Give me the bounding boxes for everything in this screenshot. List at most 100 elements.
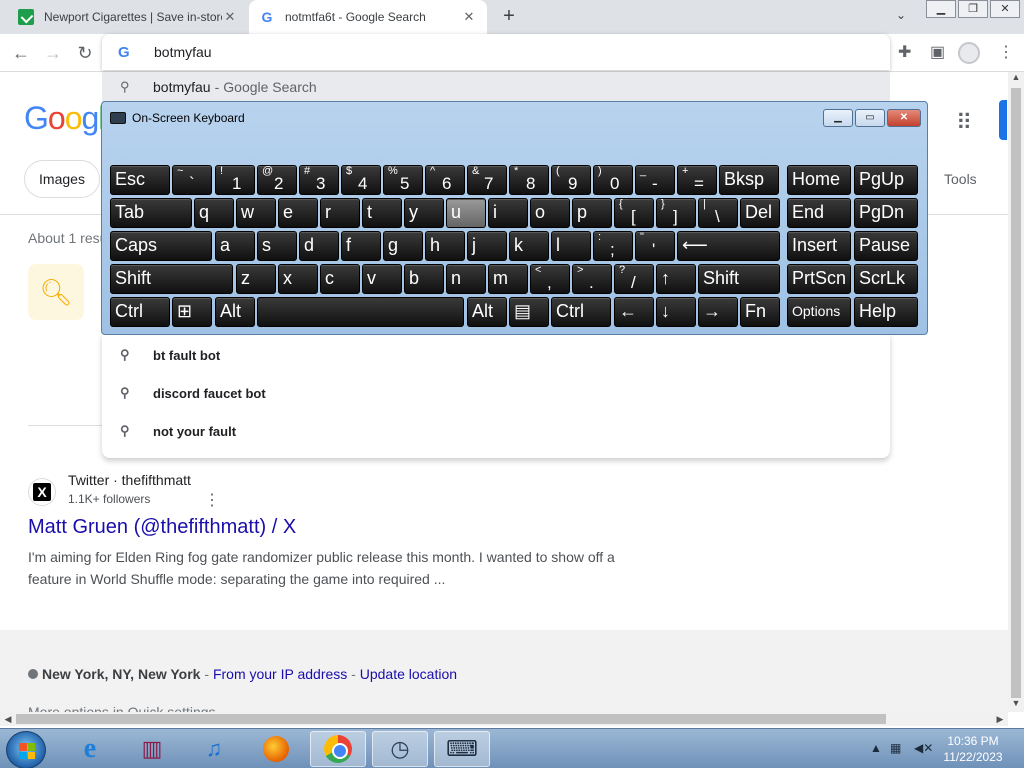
osk-close-button[interactable]: ✕	[887, 109, 921, 127]
key-2[interactable]: @2	[257, 165, 297, 195]
suggestion-item[interactable]: ⚲ discord faucet bot	[102, 374, 890, 412]
key-end[interactable]: End	[787, 198, 851, 228]
key-8[interactable]: * 8	[509, 165, 549, 195]
key-esc[interactable]: Esc	[110, 165, 170, 195]
key-0[interactable]: ) 0	[593, 165, 633, 195]
address-bar[interactable]: G	[102, 34, 890, 70]
osk-minimize-button[interactable]: ▁	[823, 109, 853, 127]
scroll-left-arrow-icon[interactable]: ◀	[0, 712, 16, 726]
key-left-bracket[interactable]: {[	[614, 198, 654, 228]
vertical-scrollbar[interactable]: ▲ ▼	[1008, 72, 1024, 712]
key-x[interactable]: x	[278, 264, 318, 294]
key-r[interactable]: r	[320, 198, 360, 228]
key-7[interactable]: & 7	[467, 165, 507, 195]
extensions-puzzle-icon[interactable]: ✚	[898, 42, 911, 62]
profile-avatar[interactable]	[958, 42, 980, 64]
key-j[interactable]: j	[467, 231, 507, 261]
result-more-kebab-icon[interactable]: ⋮	[204, 490, 220, 510]
side-panel-icon[interactable]: ▣	[930, 42, 945, 62]
key-slash[interactable]: ? /	[614, 264, 654, 294]
key-w[interactable]: w	[236, 198, 276, 228]
close-icon[interactable]: ✕	[461, 9, 477, 25]
taskbar-chrome[interactable]	[310, 731, 366, 767]
tab-search-chevron-icon[interactable]: ⌄	[896, 8, 906, 22]
volume-muted-icon[interactable]: ◀✕	[914, 741, 933, 755]
sign-in-button[interactable]	[999, 100, 1007, 140]
minimize-button[interactable]: ▁	[926, 0, 956, 18]
osk-title-bar[interactable]: On-Screen Keyboard	[110, 111, 245, 125]
result-title-link[interactable]: Matt Gruen (@thefifthmatt) / X	[28, 516, 296, 539]
key-4[interactable]: $4	[341, 165, 381, 195]
forward-arrow-icon[interactable]: →	[40, 40, 66, 66]
key-3[interactable]: #3	[299, 165, 339, 195]
key-prtscn[interactable]: PrtScn	[787, 264, 851, 294]
key-q[interactable]: q	[194, 198, 234, 228]
key-u[interactable]: u	[446, 198, 486, 228]
key-d[interactable]: d	[299, 231, 339, 261]
key-up-arrow[interactable]: ↑	[656, 264, 696, 294]
tab-google-search[interactable]: G notmtfa6t - Google Search ✕	[249, 0, 487, 34]
key-windows[interactable]: ⊞	[172, 297, 212, 327]
close-icon[interactable]: ✕	[222, 9, 238, 25]
key-alt-right[interactable]: Alt	[467, 297, 507, 327]
key-fn[interactable]: Fn	[740, 297, 780, 327]
key-semicolon[interactable]: :;	[593, 231, 633, 261]
reload-icon[interactable]: ↻	[72, 40, 98, 66]
scroll-down-arrow-icon[interactable]: ▼	[1008, 698, 1024, 712]
key-y[interactable]: y	[404, 198, 444, 228]
key-caps[interactable]: Caps	[110, 231, 212, 261]
key-pgup[interactable]: PgUp	[854, 165, 918, 195]
key-left-arrow[interactable]: ←	[614, 297, 654, 327]
google-apps-grid-icon[interactable]: ⠿	[956, 110, 972, 136]
start-button[interactable]	[6, 731, 46, 768]
system-clock[interactable]: 10:36 PM 11/22/2023	[938, 733, 1008, 765]
scroll-up-arrow-icon[interactable]: ▲	[1008, 72, 1024, 86]
key-z[interactable]: z	[236, 264, 276, 294]
images-filter-chip[interactable]: Images	[24, 160, 100, 198]
key-k[interactable]: k	[509, 231, 549, 261]
key-ctrl-right[interactable]: Ctrl	[551, 297, 611, 327]
taskbar-firefox[interactable]	[248, 731, 304, 767]
new-tab-button[interactable]: +	[498, 6, 520, 28]
key-down-arrow[interactable]: ↓	[656, 297, 696, 327]
key-e[interactable]: e	[278, 198, 318, 228]
taskbar-itunes[interactable]: ♫	[186, 731, 242, 767]
key-comma[interactable]: <,	[530, 264, 570, 294]
key-pause[interactable]: Pause	[854, 231, 918, 261]
key-shift-right[interactable]: Shift	[698, 264, 780, 294]
key-menu[interactable]: ▤	[509, 297, 549, 327]
tab-newport[interactable]: Newport Cigarettes | Save in-store ✕	[8, 0, 248, 34]
key-c[interactable]: c	[320, 264, 360, 294]
key-minus[interactable]: _ -	[635, 165, 675, 195]
tools-button[interactable]: Tools	[944, 171, 977, 187]
key-period[interactable]: >.	[572, 264, 612, 294]
key-del[interactable]: Del	[740, 198, 780, 228]
key-backspace[interactable]: Bksp	[719, 165, 779, 195]
suggestion-search-google[interactable]: ⚲ botmyfau - Google Search	[102, 72, 890, 102]
key-i[interactable]: i	[488, 198, 528, 228]
key-t[interactable]: t	[362, 198, 402, 228]
scroll-right-arrow-icon[interactable]: ▶	[992, 712, 1008, 726]
horizontal-scroll-thumb[interactable]	[16, 714, 886, 724]
show-hidden-icons-chevron-icon[interactable]: ▲	[870, 741, 882, 755]
key-5[interactable]: % 5	[383, 165, 423, 195]
key-backslash[interactable]: | \	[698, 198, 738, 228]
key-1[interactable]: ! 1	[215, 165, 255, 195]
key-quote[interactable]: " '	[635, 231, 675, 261]
suggestion-item[interactable]: ⚲ bt fault bot	[102, 336, 890, 374]
key-l[interactable]: l	[551, 231, 591, 261]
key-pgdn[interactable]: PgDn	[854, 198, 918, 228]
key-v[interactable]: v	[362, 264, 402, 294]
key-insert[interactable]: Insert	[787, 231, 851, 261]
back-arrow-icon[interactable]: ←	[8, 40, 34, 66]
key-n[interactable]: n	[446, 264, 486, 294]
key-tab[interactable]: Tab	[110, 198, 192, 228]
restore-button[interactable]: ❐	[958, 0, 988, 18]
key-right-bracket[interactable]: }]	[656, 198, 696, 228]
taskbar-clock-app[interactable]: ◷	[372, 731, 428, 767]
key-a[interactable]: a	[215, 231, 255, 261]
taskbar-internet-explorer[interactable]: e	[62, 731, 118, 767]
key-alt-left[interactable]: Alt	[215, 297, 255, 327]
update-location-link[interactable]: Update location	[360, 666, 457, 682]
vertical-scroll-thumb[interactable]	[1011, 88, 1021, 698]
